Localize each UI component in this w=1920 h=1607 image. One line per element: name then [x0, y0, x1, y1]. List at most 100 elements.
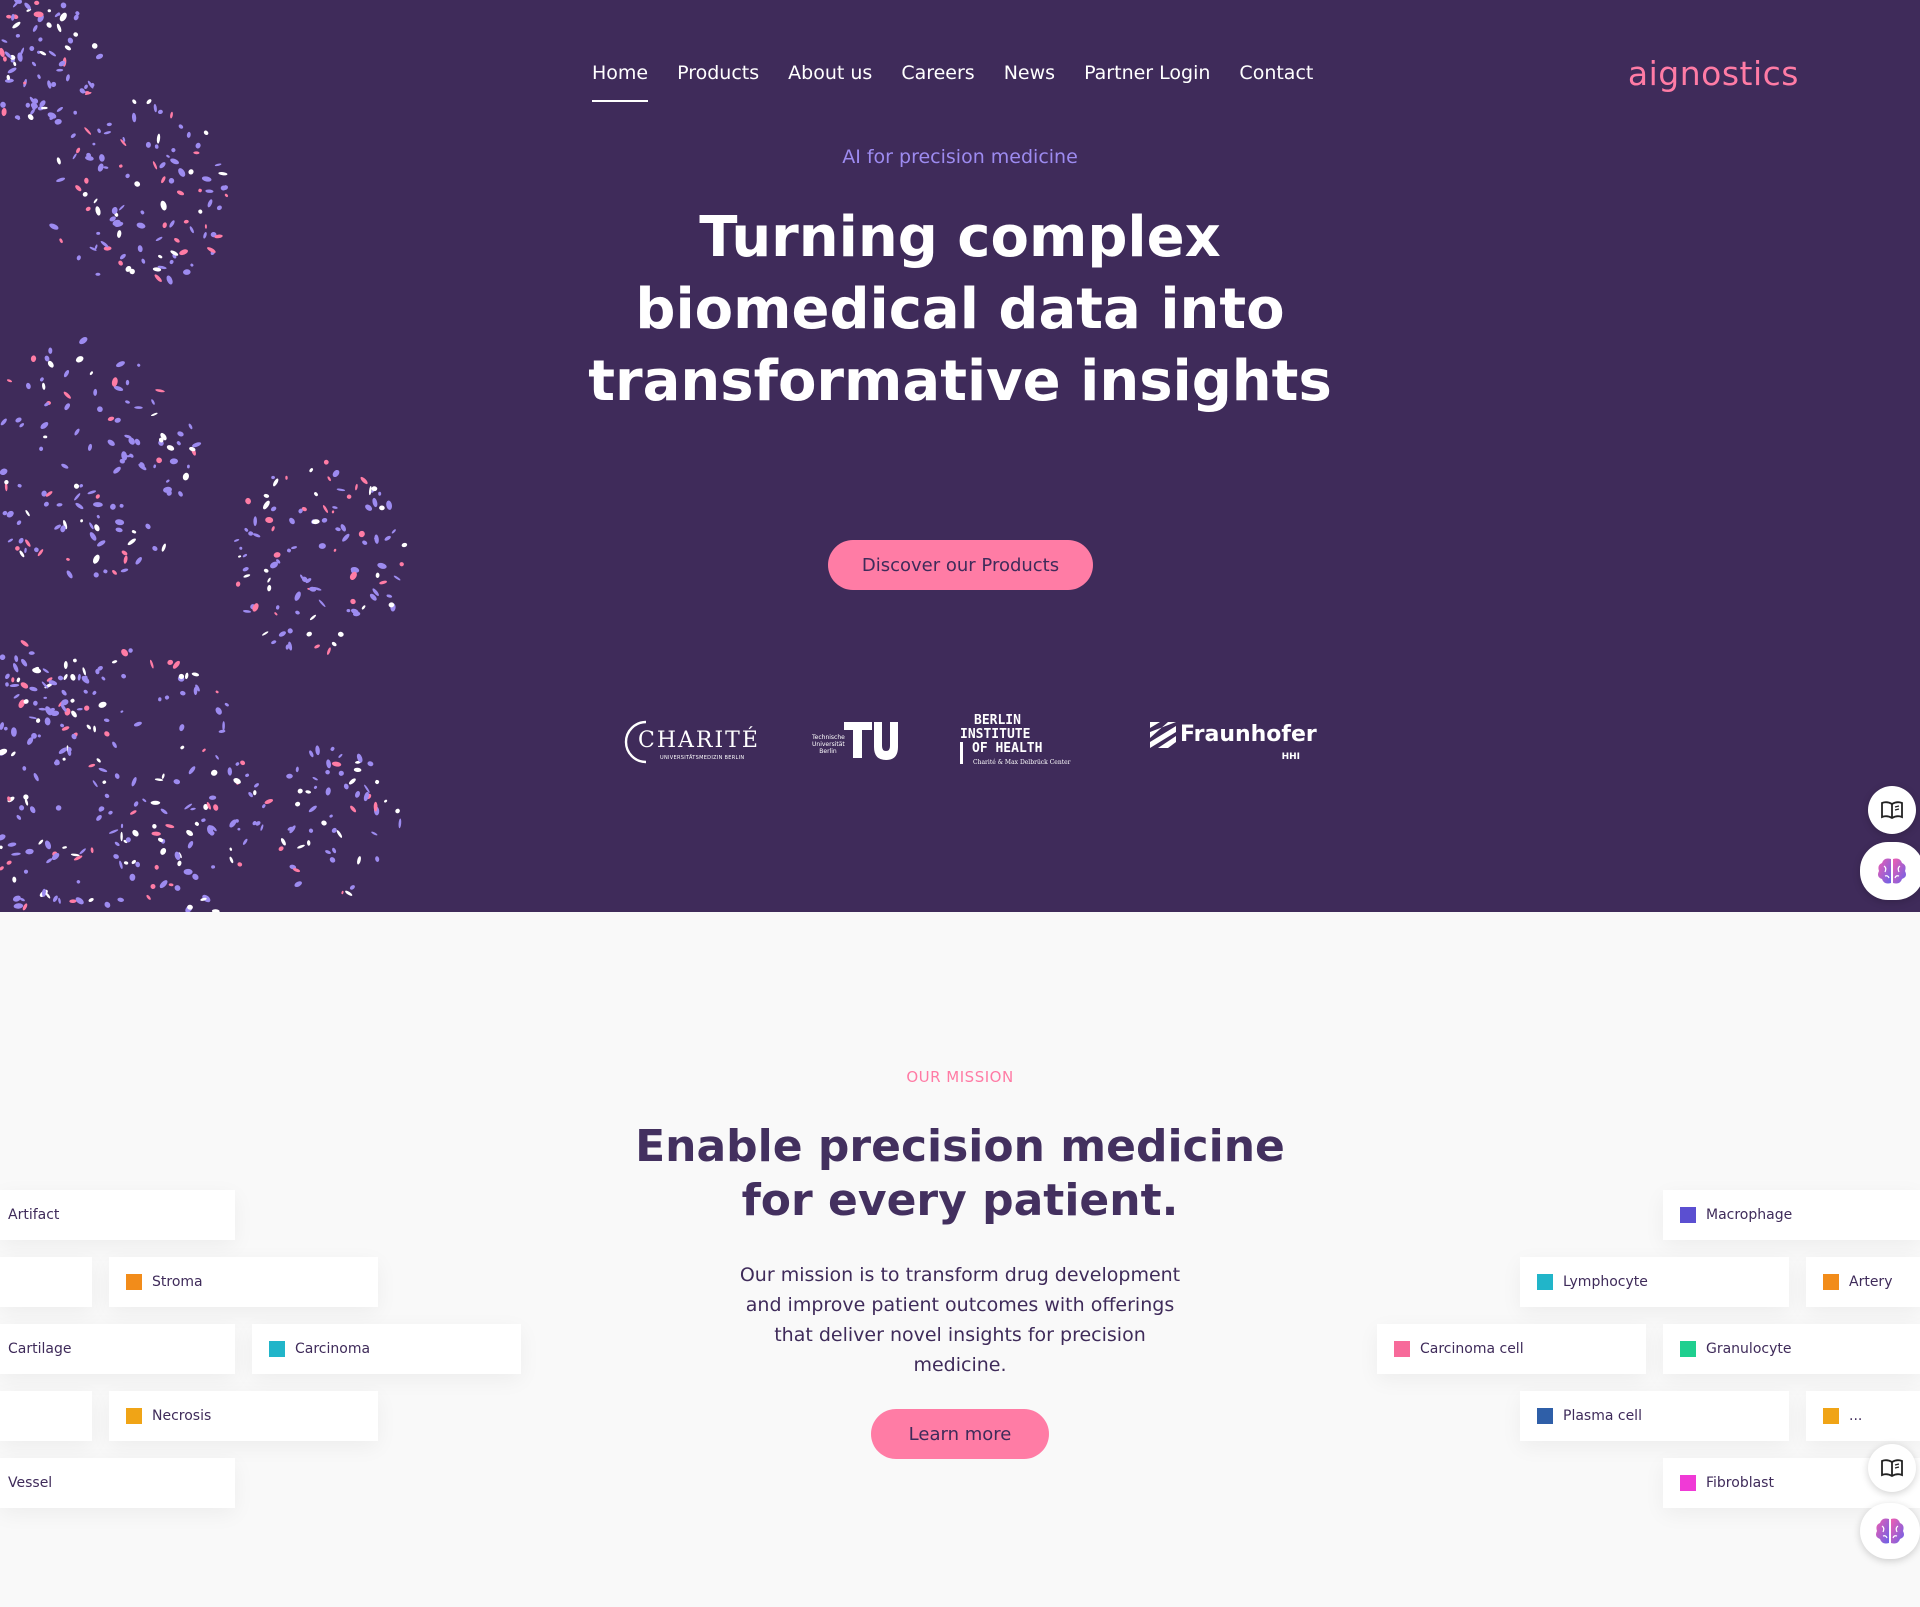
particle	[56, 23, 62, 33]
particle	[114, 773, 120, 779]
particle	[96, 514, 100, 519]
particle	[191, 672, 200, 677]
particle	[121, 648, 129, 657]
particle	[93, 388, 98, 396]
particle	[12, 895, 21, 902]
tag-swatch	[1680, 1341, 1696, 1357]
particle	[15, 33, 20, 38]
particle	[260, 824, 264, 831]
nav-about-us[interactable]: About us	[788, 58, 872, 102]
particle	[158, 697, 162, 702]
particle	[80, 519, 84, 523]
particle	[169, 458, 178, 465]
particle	[92, 780, 98, 788]
tag-carcinoma: Carcinoma	[252, 1324, 521, 1374]
particle	[0, 418, 7, 426]
particle	[131, 112, 137, 123]
particle	[1, 107, 7, 117]
particle	[215, 690, 219, 694]
book-icon	[1881, 1459, 1903, 1478]
particle	[178, 124, 184, 129]
particle	[84, 84, 88, 90]
particle	[132, 99, 137, 105]
particle	[315, 745, 320, 756]
nav-contact[interactable]: Contact	[1239, 58, 1313, 102]
particle	[242, 610, 252, 613]
discover-products-button[interactable]: Discover our Products	[828, 540, 1093, 590]
nav-home[interactable]: Home	[592, 58, 649, 102]
tag-swatch	[1394, 1341, 1410, 1357]
particle	[1, 39, 8, 43]
particle	[242, 838, 248, 845]
particle	[4, 480, 9, 485]
particle	[49, 223, 59, 230]
particle	[74, 493, 81, 501]
particle	[326, 647, 331, 655]
particle	[254, 783, 259, 788]
mission-title-line1: Enable precision medicine	[635, 1121, 1285, 1172]
particle	[384, 535, 391, 541]
particle	[343, 783, 349, 790]
particle	[155, 389, 165, 393]
particle	[12, 663, 19, 673]
nav-products[interactable]: Products	[677, 58, 759, 102]
particle	[103, 718, 110, 723]
nav-news[interactable]: News	[1004, 58, 1055, 102]
particle	[159, 880, 168, 889]
particle	[48, 50, 57, 57]
particle	[3, 726, 8, 731]
learn-more-button[interactable]: Learn more	[871, 1409, 1049, 1459]
side-brain-button-lower[interactable]	[1860, 1503, 1920, 1559]
particle	[84, 127, 92, 135]
particle	[329, 814, 333, 818]
particle	[95, 53, 104, 60]
nav-partner-login[interactable]: Partner Login	[1084, 58, 1210, 102]
tag-label: Lymphocyte	[1563, 1274, 1648, 1290]
particle	[42, 382, 46, 390]
particle	[32, 24, 38, 32]
particle	[64, 403, 71, 411]
particle	[19, 550, 25, 558]
particle	[280, 838, 286, 846]
particle	[168, 178, 175, 184]
particle	[178, 491, 183, 497]
particle	[312, 777, 318, 781]
particle	[25, 102, 31, 108]
particle	[176, 190, 185, 196]
fraunhofer-logo: Fraunhofer HHI	[1150, 720, 1317, 766]
particle	[129, 873, 136, 881]
particle	[331, 761, 342, 767]
particle	[129, 810, 137, 815]
particle	[135, 557, 142, 565]
brand-logo[interactable]: aignostics	[1628, 54, 1799, 93]
particle	[161, 773, 165, 779]
side-book-button-lower[interactable]	[1868, 1444, 1916, 1492]
tag-necrosis: Necrosis	[109, 1391, 378, 1441]
particle	[71, 710, 77, 718]
particle	[152, 824, 157, 829]
particle	[13, 903, 24, 909]
hero-eyebrow: AI for precision medicine	[842, 146, 1078, 168]
particle	[31, 61, 37, 67]
side-brain-button[interactable]	[1860, 842, 1920, 900]
particle	[318, 599, 326, 608]
particle	[54, 118, 62, 125]
particle	[104, 901, 111, 908]
particle	[194, 821, 199, 826]
particle	[137, 245, 143, 253]
particle	[47, 9, 51, 13]
tu-line2: Universität	[812, 741, 845, 748]
particle	[233, 538, 240, 542]
particle	[46, 22, 52, 28]
tag-swatch	[269, 1341, 285, 1357]
particle	[209, 795, 217, 800]
particle	[337, 631, 344, 637]
nav-careers[interactable]: Careers	[901, 58, 974, 102]
particle	[245, 497, 251, 505]
particle	[2, 56, 7, 62]
particle	[153, 464, 157, 469]
particle	[0, 834, 6, 841]
particle	[156, 457, 162, 464]
side-book-button[interactable]	[1868, 786, 1916, 834]
tag-label: Artifact	[8, 1207, 60, 1223]
